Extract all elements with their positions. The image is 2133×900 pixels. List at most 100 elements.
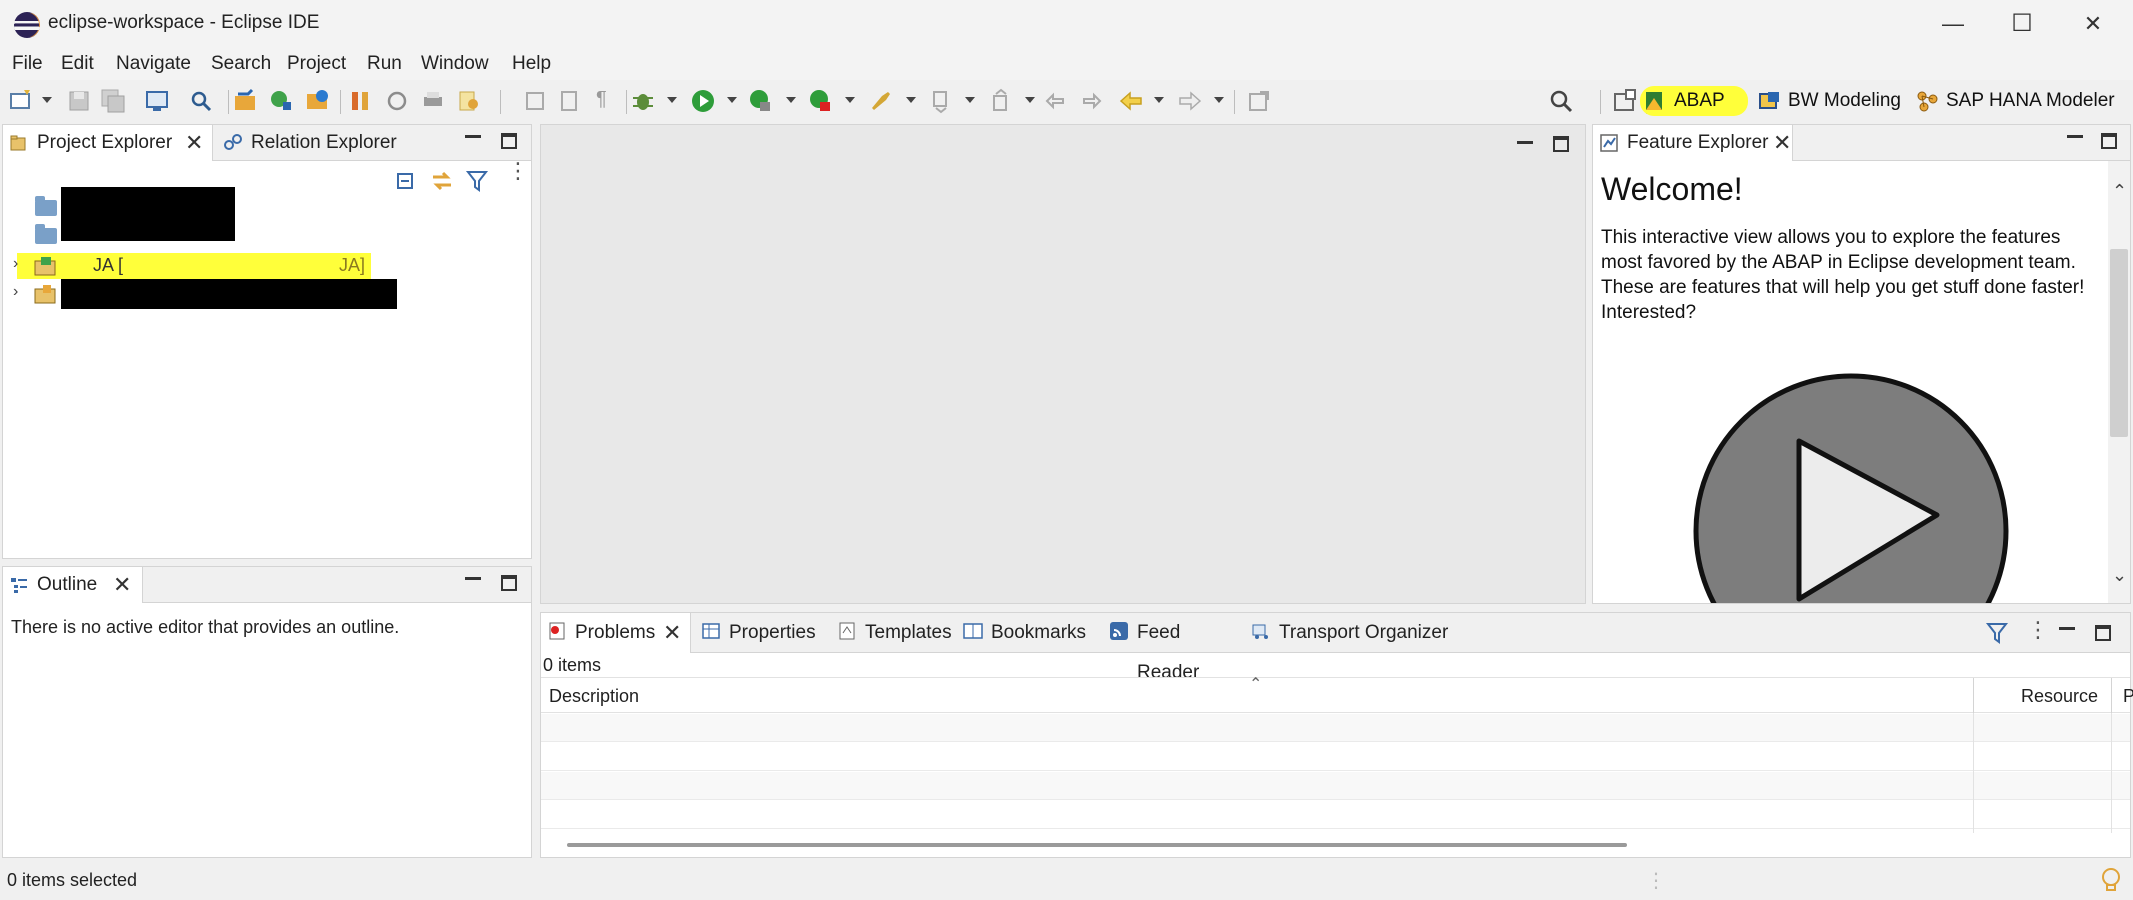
filter-icon[interactable] [465, 169, 489, 193]
new-abap-project-icon[interactable] [268, 88, 294, 114]
link-with-editor-icon[interactable] [429, 169, 455, 193]
last-edit-icon[interactable] [1043, 88, 1069, 114]
open-abap-object-icon[interactable] [232, 88, 258, 114]
refresh-icon[interactable] [384, 88, 410, 114]
save-icon[interactable] [66, 88, 92, 114]
view-menu-icon[interactable]: ⋮ [2027, 617, 2049, 643]
console-icon[interactable] [144, 88, 170, 114]
forward-dropdown-icon[interactable] [1214, 97, 1224, 103]
scroll-up-icon[interactable]: ⌃ [2112, 181, 2127, 202]
tab-transport-organizer[interactable]: Transport Organizer [1245, 613, 1455, 653]
menu-file[interactable]: File [12, 53, 43, 75]
quick-fix-icon[interactable] [868, 88, 894, 114]
minimize-view-icon[interactable] [2067, 135, 2083, 138]
minimize-editor-icon[interactable] [1517, 141, 1533, 144]
tab-project-explorer[interactable]: Project Explorer ✕ [3, 125, 213, 161]
view-menu-icon[interactable]: ⋮ [507, 160, 529, 182]
tab-bookmarks[interactable]: Bookmarks [957, 613, 1097, 653]
tab-transport-organizer-label: Transport Organizer [1279, 622, 1449, 643]
tree-item-abap-project[interactable]: › JA [ JA] [3, 253, 523, 279]
maximize-view-icon[interactable] [2095, 625, 2111, 641]
debug-icon[interactable] [630, 88, 656, 114]
menu-project[interactable]: Project [287, 53, 346, 75]
maximize-button[interactable]: ☐ [1999, 8, 2045, 40]
search-tool-icon[interactable] [188, 88, 214, 114]
coverage-dropdown-icon[interactable] [786, 97, 796, 103]
maximize-view-icon[interactable] [501, 575, 517, 591]
run-test-icon[interactable] [348, 88, 374, 114]
close-tab-icon[interactable]: ✕ [185, 125, 203, 161]
scroll-down-icon[interactable]: ⌄ [2112, 565, 2127, 586]
external-tools-dropdown-icon[interactable] [845, 97, 855, 103]
column-description[interactable]: Description [549, 686, 639, 707]
minimize-view-icon[interactable] [465, 135, 481, 138]
column-path[interactable]: P [2123, 686, 2133, 707]
tab-relation-explorer[interactable]: Relation Explorer [217, 125, 417, 161]
close-tab-icon[interactable]: ✕ [113, 567, 131, 603]
run-dropdown-icon[interactable] [727, 97, 737, 103]
perspective-sap-hana-modeler[interactable]: SAP HANA Modeler [1912, 86, 2115, 116]
previous-annotation-dropdown-icon[interactable] [1025, 97, 1035, 103]
tab-problems[interactable]: Problems ✕ [541, 613, 691, 653]
tab-properties[interactable]: Properties [695, 613, 825, 653]
whitespace-icon[interactable]: ¶ [596, 88, 607, 111]
abap-transport-icon[interactable] [304, 88, 330, 114]
column-resource[interactable]: Resource [2021, 686, 2098, 707]
close-tab-icon[interactable]: ✕ [1773, 125, 1791, 161]
tab-feed-reader[interactable]: Feed Reader [1103, 613, 1243, 683]
new-icon[interactable] [8, 88, 34, 114]
run-coverage-icon[interactable] [748, 88, 774, 114]
tab-feature-explorer[interactable]: Feature Explorer ✕ [1593, 125, 1793, 161]
maximize-view-icon[interactable] [2101, 133, 2117, 149]
pin-editor-icon[interactable] [1246, 88, 1272, 114]
tree-item-2[interactable] [3, 211, 523, 247]
maximize-editor-icon[interactable] [1553, 136, 1569, 152]
debug-dropdown-icon[interactable] [667, 97, 677, 103]
close-tab-icon[interactable]: ✕ [663, 613, 681, 653]
save-all-icon[interactable] [100, 88, 126, 114]
tab-templates[interactable]: Templates [831, 613, 961, 653]
perspective-bw-modeling[interactable]: BW Modeling [1754, 86, 1901, 116]
chevron-right-icon[interactable]: › [13, 255, 18, 273]
search-icon[interactable] [1548, 88, 1574, 114]
back-icon[interactable] [1118, 88, 1144, 114]
tip-lightbulb-icon[interactable] [2100, 866, 2122, 894]
forward-icon[interactable] [1177, 88, 1203, 114]
menu-help[interactable]: Help [512, 53, 551, 75]
menu-window[interactable]: Window [421, 53, 489, 75]
new-dropdown-icon[interactable] [42, 97, 52, 103]
scrollbar-thumb[interactable] [2110, 249, 2128, 437]
collapse-all-icon[interactable] [395, 171, 417, 193]
minimize-view-icon[interactable] [2059, 627, 2075, 630]
minimize-button[interactable]: — [1930, 8, 1976, 40]
toggle-mark-icon[interactable] [522, 88, 548, 114]
next-annotation-icon[interactable] [928, 88, 954, 114]
problems-panel: Problems ✕ Properties Templates Bookmark… [540, 612, 2133, 858]
close-button[interactable]: ✕ [2070, 8, 2116, 40]
vertical-scrollbar[interactable]: ⌃ ⌄ [2108, 161, 2130, 603]
print-icon[interactable] [420, 88, 446, 114]
tab-outline[interactable]: Outline ✕ [3, 567, 143, 603]
menu-search[interactable]: Search [211, 53, 271, 75]
chevron-right-icon[interactable]: › [13, 283, 18, 301]
quick-fix-dropdown-icon[interactable] [906, 97, 916, 103]
minimize-view-icon[interactable] [465, 577, 481, 580]
open-perspective-icon[interactable] [1612, 88, 1638, 114]
pretty-printer-icon[interactable] [456, 88, 482, 114]
next-annotation-dropdown-icon[interactable] [965, 97, 975, 103]
menu-run[interactable]: Run [367, 53, 402, 75]
play-video-icon[interactable] [1689, 369, 2019, 604]
back-dropdown-icon[interactable] [1154, 97, 1164, 103]
maximize-view-icon[interactable] [501, 133, 517, 149]
external-tools-icon[interactable] [808, 88, 834, 114]
horizontal-scrollbar[interactable] [567, 843, 1627, 847]
menu-navigate[interactable]: Navigate [116, 53, 191, 75]
run-icon[interactable] [690, 88, 716, 114]
forward-edit-icon[interactable] [1078, 88, 1104, 114]
block-select-icon[interactable] [556, 88, 582, 114]
perspective-abap[interactable]: ABAP [1640, 86, 1748, 116]
filter-icon[interactable] [1985, 621, 2009, 645]
menu-edit[interactable]: Edit [61, 53, 94, 75]
tree-item-4[interactable]: › [3, 279, 523, 309]
previous-annotation-icon[interactable] [988, 88, 1014, 114]
